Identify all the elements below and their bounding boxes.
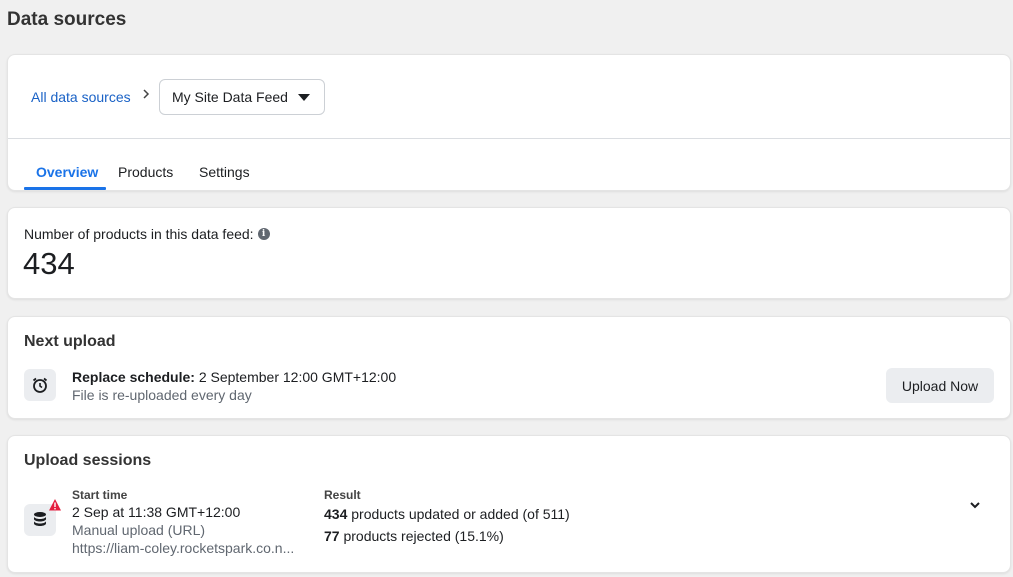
all-data-sources-link[interactable]: All data sources [31,89,131,105]
upload-sessions-title: Upload sessions [24,452,152,469]
chevron-right-icon [141,87,151,105]
upload-method: Manual upload (URL) [72,522,206,538]
rejected-count: 77 [324,528,340,544]
page-title: Data sources [7,9,127,30]
alarm-clock-icon [24,369,56,401]
product-count-card: Number of products in this data feed: i … [7,207,1011,299]
result-label: Result [324,488,361,502]
result-updated: 434 products updated or added (of 511) [324,506,570,522]
result-rejected: 77 products rejected (15.1%) [324,528,504,544]
rejected-text: products rejected (15.1%) [343,528,504,544]
data-feed-header-card: All data sources My Site Data Feed Overv… [7,54,1011,191]
schedule-label: Replace schedule: [72,369,195,385]
next-upload-title: Next upload [24,333,116,350]
start-time-label: Start time [72,488,128,502]
warning-icon [49,499,61,511]
caret-down-icon [298,94,310,101]
product-count-label-row: Number of products in this data feed: i [24,226,270,242]
chevron-down-icon[interactable] [968,498,982,512]
updated-count: 434 [324,506,348,522]
schedule-value: 2 September 12:00 GMT+12:00 [198,369,397,385]
updated-text: products updated or added (of 511) [351,506,570,522]
tab-settings[interactable]: Settings [199,164,250,180]
product-count-value: 434 [23,246,75,281]
product-count-label: Number of products in this data feed: [24,226,254,242]
schedule-line: Replace schedule: 2 September 12:00 GMT+… [72,369,396,385]
schedule-frequency: File is re-uploaded every day [72,387,252,403]
tab-products[interactable]: Products [118,164,173,180]
data-feed-dropdown-label: My Site Data Feed [172,89,288,105]
data-feed-dropdown[interactable]: My Site Data Feed [159,79,325,115]
divider [8,138,1010,139]
tab-overview[interactable]: Overview [36,164,98,180]
upload-url: https://liam-coley.rocketspark.co.n... [72,540,295,556]
info-icon[interactable]: i [257,228,270,240]
start-time-value: 2 Sep at 11:38 GMT+12:00 [72,504,241,520]
upload-sessions-card: Upload sessions Start time 2 Sep at 11:3… [7,435,1011,573]
active-tab-indicator [24,187,106,190]
next-upload-card: Next upload Replace schedule: 2 Septembe… [7,316,1011,419]
upload-now-button[interactable]: Upload Now [886,368,994,403]
